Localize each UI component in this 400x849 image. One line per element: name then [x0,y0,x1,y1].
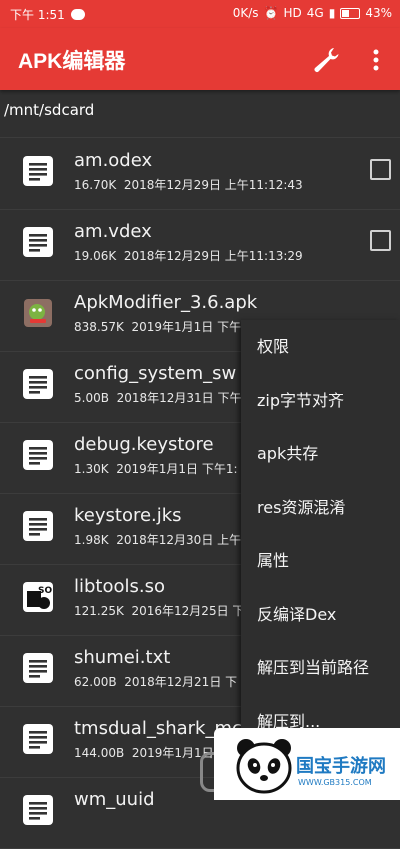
file-checkbox[interactable] [370,159,391,180]
file-size: 1.98K [74,533,109,547]
context-menu: 权限 zip字节对齐 apk共存 res资源混淆 属性 反编译Dex 解压到当前… [241,320,400,750]
file-date: 2019年1月1日 下午1: [116,462,238,476]
file-name: am.vdex [74,221,152,242]
file-name: am.odex [74,150,153,171]
file-meta: 838.57K 2019年1月1日 下午 [74,318,241,335]
battery-percent: 43% [365,6,392,20]
file-name: keystore.jks [74,505,182,526]
file-name: config_system_sw [74,363,237,384]
doc-icon [22,723,54,755]
signal-icon: ▮ [328,6,336,20]
hd-label: HD [283,6,302,20]
file-name: shumei.txt [74,647,171,668]
file-size: 1.30K [74,462,109,476]
file-checkbox[interactable] [370,230,391,251]
file-date: 2016年12月25日 下 [131,604,245,618]
file-name: libtools.so [74,576,166,597]
doc-icon [22,510,54,542]
file-size: 16.70K [74,178,117,192]
status-time: 下午 1:51 [10,8,65,22]
battery-icon [340,7,361,19]
file-size: 144.00B [74,746,125,760]
alarm-icon: ⏰ [263,6,279,20]
doc-icon [22,155,54,187]
file-meta: 19.06K 2018年12月29日 上午11:13:29 [74,247,303,264]
file-date: 2018年12月21日 下 [124,675,238,689]
more-vert-icon[interactable] [364,44,388,76]
menu-item-extract-here[interactable]: 解压到当前路径 [241,641,400,695]
file-row[interactable]: am.odex 16.70K 2018年12月29日 上午11:12:43 [0,139,400,210]
file-name: debug.keystore [74,434,214,455]
so-icon: SO [22,581,54,613]
file-meta: 5.00B 2018年12月31日 下午 [74,389,242,406]
file-meta [74,815,82,829]
status-bar: 下午 1:51 0K/s ⏰ HD 4G ▮ 43% [0,0,400,28]
watermark-text: 国宝手游网 [296,756,386,777]
wrench-icon[interactable] [310,44,342,76]
file-meta: 16.70K 2018年12月29日 上午11:12:43 [74,176,303,193]
doc-icon [22,794,54,826]
doc-icon [22,439,54,471]
apk-icon [22,297,54,329]
menu-item-apk-coexist[interactable]: apk共存 [241,427,400,481]
file-date: 2019年1月1日 下午 [131,320,242,334]
file-size: 19.06K [74,249,117,263]
watermark: 国宝手游网 WWW.GB315.COM [214,728,400,800]
menu-item-properties[interactable]: 属性 [241,534,400,588]
file-meta: 121.25K 2016年12月25日 下 [74,602,244,619]
battery-fill [342,9,350,17]
menu-item-decompile-dex[interactable]: 反编译Dex [241,588,400,642]
file-size: 121.25K [74,604,124,618]
file-date: 2018年12月31日 下午 [116,391,242,405]
menu-item-res-obfuscate[interactable]: res资源混淆 [241,481,400,535]
signal-label: 4G [306,6,324,20]
wechat-icon [70,9,85,20]
app-bar: APK编辑器 [0,28,400,90]
file-size: 62.00B [74,675,117,689]
doc-icon [22,226,54,258]
file-size: 5.00B [74,391,109,405]
menu-item-permissions[interactable]: 权限 [241,320,400,374]
file-date: 2018年12月29日 上午11:13:29 [123,249,303,263]
doc-icon [22,368,54,400]
file-meta: 1.98K 2018年12月30日 上午 [74,531,241,548]
file-meta: 1.30K 2019年1月1日 下午1: [74,460,238,477]
file-date: 2018年12月30日 上午 [116,533,242,547]
menu-item-zipalign[interactable]: zip字节对齐 [241,374,400,428]
file-row[interactable]: am.vdex 19.06K 2018年12月29日 上午11:13:29 [0,210,400,281]
panda-logo-icon [236,739,292,794]
watermark-url: WWW.GB315.COM [298,778,372,787]
network-speed: 0K/s [232,6,259,20]
file-name: ApkModifier_3.6.apk [74,292,258,313]
app-title: APK编辑器 [18,50,126,73]
file-date: 2018年12月29日 上午11:12:43 [123,178,303,192]
doc-icon [22,652,54,684]
file-size: 838.57K [74,320,124,334]
file-meta: 62.00B 2018年12月21日 下 [74,673,237,690]
svg-text:SO: SO [38,586,52,596]
current-path: /mnt/sdcard [0,90,400,138]
